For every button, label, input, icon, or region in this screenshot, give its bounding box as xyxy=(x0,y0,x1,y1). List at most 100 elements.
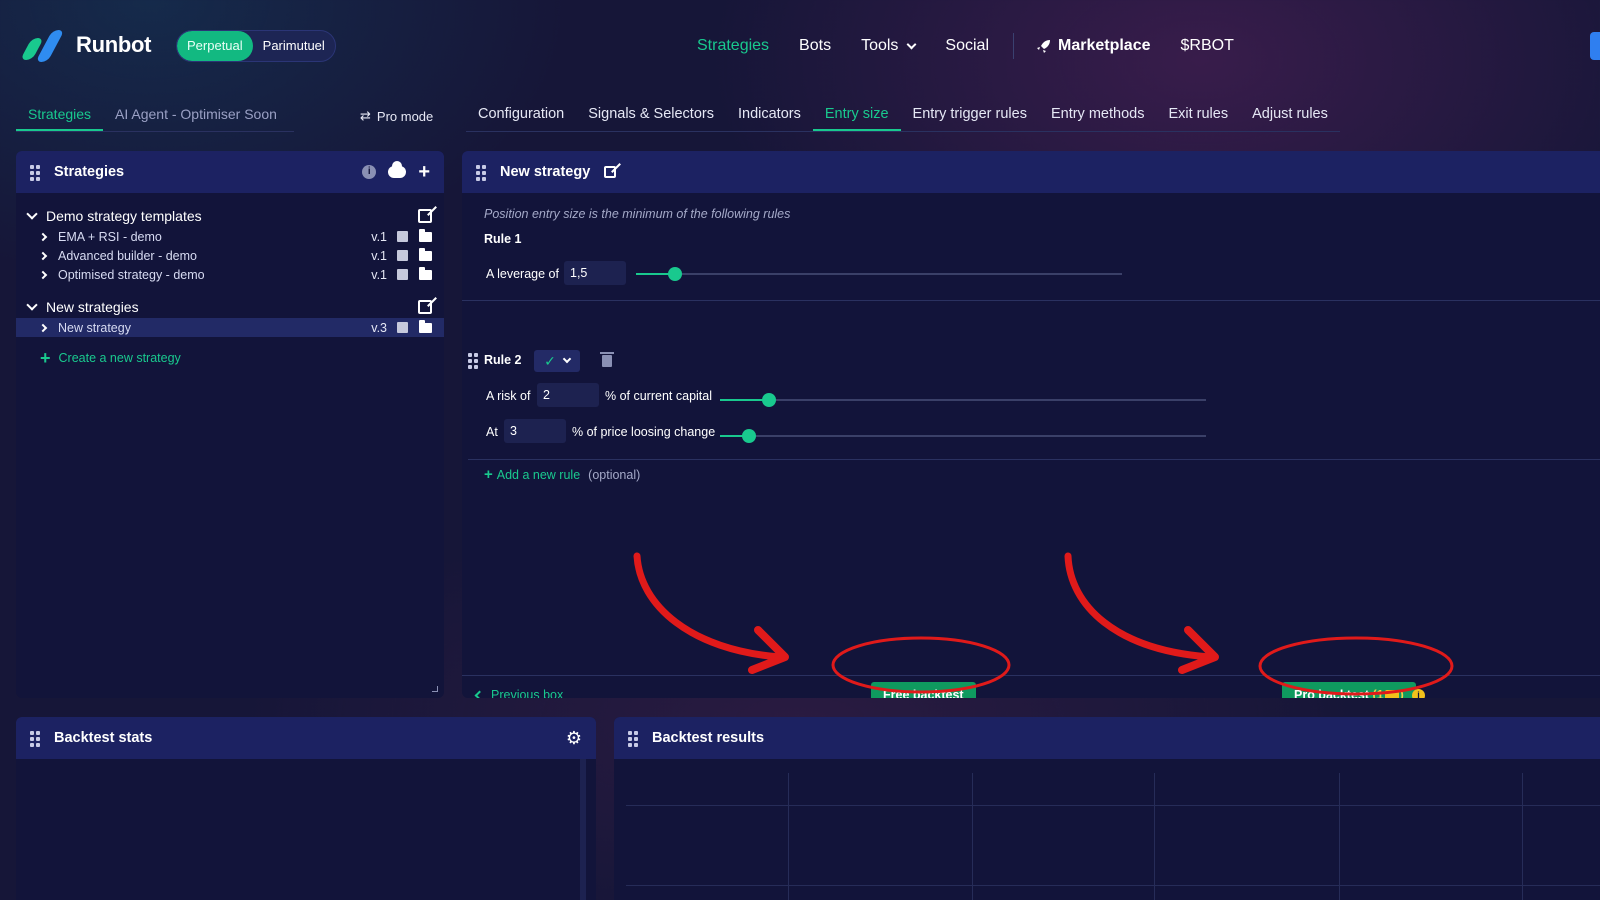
nav-social[interactable]: Social xyxy=(945,37,989,55)
tab-configuration[interactable]: Configuration xyxy=(466,100,576,131)
slider-handle[interactable] xyxy=(742,429,757,443)
free-backtest-button[interactable]: Free backtest xyxy=(871,682,976,698)
list-item[interactable]: Advanced builder - demo v.1 xyxy=(16,246,444,265)
brand-name: Runbot xyxy=(76,32,152,57)
rule1-label: Rule 1 xyxy=(484,232,522,246)
nav-bots[interactable]: Bots xyxy=(799,37,831,55)
strategies-panel-title: Strategies xyxy=(54,164,125,180)
grid-line xyxy=(1339,773,1340,900)
nav-strategies[interactable]: Strategies xyxy=(697,37,769,55)
mode-perpetual[interactable]: Perpetual xyxy=(177,31,253,61)
cloud-upload-icon[interactable] xyxy=(388,161,407,178)
strategy-version: v.1 xyxy=(371,267,387,282)
rule-enabled-dropdown[interactable]: ✓ xyxy=(534,350,580,372)
price-change-unit: % of price loosing change xyxy=(572,425,716,439)
chevron-right-icon[interactable] xyxy=(38,323,48,332)
leverage-slider[interactable] xyxy=(636,267,1122,281)
rule-divider xyxy=(468,459,1600,460)
drag-handle-icon[interactable] xyxy=(628,731,638,747)
strategy-version: v.3 xyxy=(371,320,387,335)
group-new-strategies[interactable]: New strategies xyxy=(16,296,444,318)
create-strategy-label: Create a new strategy xyxy=(58,351,181,365)
tab-ai-agent-label: AI Agent - Optimiser xyxy=(115,106,241,122)
left-tabs: Strategies AI Agent - Optimiser Soon xyxy=(16,100,294,132)
drag-handle-icon[interactable] xyxy=(468,353,478,369)
edit-icon[interactable] xyxy=(418,300,432,314)
chevron-right-icon[interactable] xyxy=(38,232,48,241)
info-icon[interactable]: i xyxy=(362,165,377,179)
grid-line xyxy=(626,885,1600,886)
info-icon[interactable]: i xyxy=(1412,689,1425,698)
slider-handle[interactable] xyxy=(667,267,682,281)
trash-icon[interactable] xyxy=(600,352,614,367)
drag-handle-icon[interactable] xyxy=(476,165,486,181)
rocket-icon xyxy=(1037,40,1050,53)
chevron-down-icon[interactable] xyxy=(26,299,38,311)
tab-strategies[interactable]: Strategies xyxy=(16,100,104,131)
nav-token[interactable]: $RBOT xyxy=(1181,37,1234,55)
resize-handle-icon[interactable] xyxy=(432,686,438,692)
nav-marketplace[interactable]: Marketplace xyxy=(1036,37,1151,55)
nav-divider xyxy=(1013,33,1014,59)
tab-entry-size[interactable]: Entry size xyxy=(812,100,901,131)
chevron-right-icon[interactable] xyxy=(38,251,48,260)
strategy-title: New strategy xyxy=(500,164,591,180)
create-strategy-link[interactable]: + Create a new strategy xyxy=(16,337,444,367)
drag-handle-icon[interactable] xyxy=(30,731,40,747)
price-change-slider[interactable] xyxy=(720,429,1206,443)
scrollbar[interactable] xyxy=(580,759,586,900)
previous-box-button[interactable]: Previous box xyxy=(474,688,564,698)
list-item[interactable]: EMA + RSI - demo v.1 xyxy=(16,227,444,246)
plus-icon: + xyxy=(40,348,51,368)
drag-handle-icon[interactable] xyxy=(30,165,40,181)
chevron-down-icon xyxy=(906,39,917,49)
account-button[interactable] xyxy=(1590,32,1600,60)
list-item[interactable]: New strategy v.3 xyxy=(16,318,444,337)
risk-label: A risk of xyxy=(486,389,531,403)
group-name: New strategies xyxy=(46,299,139,315)
previous-box-label: Previous box xyxy=(491,688,564,698)
folder-icon[interactable] xyxy=(419,247,432,261)
tab-entry-methods[interactable]: Entry methods xyxy=(1039,100,1157,131)
strategy-version: v.1 xyxy=(371,229,387,244)
group-demo-templates[interactable]: Demo strategy templates xyxy=(16,205,444,227)
stop-icon[interactable] xyxy=(397,269,408,280)
nav-tools[interactable]: Tools xyxy=(861,37,917,55)
add-icon[interactable]: + xyxy=(418,162,430,182)
pro-backtest-label: Pro backtest xyxy=(1294,688,1370,698)
strategy-editor-panel: New strategy Position entry size is the … xyxy=(462,151,1600,698)
pro-backtest-button[interactable]: Pro backtest (1) xyxy=(1282,682,1416,698)
folder-icon[interactable] xyxy=(419,228,432,242)
mode-parimutuel[interactable]: Parimutuel xyxy=(253,31,335,61)
tab-signals-selectors[interactable]: Signals & Selectors xyxy=(576,100,726,131)
folder-icon[interactable] xyxy=(419,266,432,280)
folder-icon[interactable] xyxy=(419,319,432,333)
brand-logo[interactable]: Runbot xyxy=(18,30,152,62)
pro-mode-toggle[interactable]: ⇄ Pro mode xyxy=(360,108,433,124)
tab-exit-rules[interactable]: Exit rules xyxy=(1156,100,1240,131)
market-mode-toggle[interactable]: Perpetual Parimutuel xyxy=(176,30,336,62)
add-rule-link[interactable]: + Add a new rule (optional) xyxy=(484,467,640,482)
strategy-tree: Demo strategy templates EMA + RSI - demo… xyxy=(16,193,444,367)
strategy-name: Advanced builder - demo xyxy=(58,248,197,263)
tab-ai-agent[interactable]: AI Agent - Optimiser Soon xyxy=(103,100,289,131)
stop-icon[interactable] xyxy=(397,231,408,242)
risk-input[interactable]: 2 xyxy=(537,383,599,407)
gear-icon[interactable]: ⚙ xyxy=(566,728,582,749)
tab-indicators[interactable]: Indicators xyxy=(726,100,813,131)
tab-adjust-rules[interactable]: Adjust rules xyxy=(1240,100,1340,131)
tab-entry-trigger-rules[interactable]: Entry trigger rules xyxy=(901,100,1039,131)
edit-icon[interactable] xyxy=(418,209,432,223)
stop-icon[interactable] xyxy=(397,322,408,333)
list-item[interactable]: Optimised strategy - demo v.1 xyxy=(16,265,444,284)
stop-icon[interactable] xyxy=(397,250,408,261)
chevron-right-icon[interactable] xyxy=(38,270,48,279)
chevron-down-icon[interactable] xyxy=(26,208,38,220)
price-change-input[interactable]: 3 xyxy=(504,419,566,443)
entry-size-hint: Position entry size is the minimum of th… xyxy=(484,207,791,221)
risk-slider[interactable] xyxy=(720,393,1206,407)
slider-handle[interactable] xyxy=(761,393,776,407)
plus-icon: + xyxy=(484,466,493,483)
edit-icon[interactable] xyxy=(604,166,617,178)
leverage-input[interactable]: 1,5 xyxy=(564,261,626,285)
